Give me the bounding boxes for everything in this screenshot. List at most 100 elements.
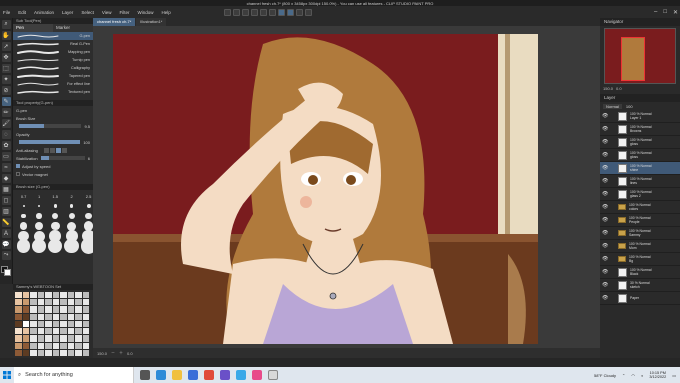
brush-size-option[interactable]: [64, 202, 79, 210]
eye-icon[interactable]: 👁: [602, 256, 608, 262]
color-swatch-cell[interactable]: [37, 335, 44, 342]
color-swatch-cell[interactable]: [30, 292, 37, 299]
color-swatch-cell[interactable]: [37, 292, 44, 299]
color-swatch-cell[interactable]: [82, 349, 89, 356]
color-swatch-cell[interactable]: [67, 299, 74, 306]
minimize-icon[interactable]: –: [654, 9, 657, 15]
layer-row[interactable]: 👁 100 % Normal Black: [600, 266, 680, 279]
brush-tool-icon[interactable]: 🖌: [1, 119, 11, 128]
opacity-row[interactable]: Opacity: [13, 130, 93, 138]
layer-row[interactable]: 👁 100 % Normal Sammy: [600, 227, 680, 240]
brush-size-option[interactable]: [17, 222, 30, 230]
brush-size-option[interactable]: [17, 212, 30, 220]
eye-icon[interactable]: 👁: [602, 191, 608, 197]
color-swatch-cell[interactable]: [52, 306, 59, 313]
chrome-icon[interactable]: [204, 370, 214, 380]
color-swatch-cell[interactable]: [45, 349, 52, 356]
edge-icon[interactable]: [156, 370, 166, 380]
windows-start-icon[interactable]: [0, 367, 14, 383]
pen-tool-icon[interactable]: ✎: [1, 97, 11, 106]
zoom-out-icon[interactable]: －: [111, 350, 115, 356]
color-swatch-cell[interactable]: [60, 335, 67, 342]
color-swatch-cell[interactable]: [45, 306, 52, 313]
color-swatch-cell[interactable]: [75, 335, 82, 342]
weather-text[interactable]: 58°F Cloudy: [594, 373, 616, 378]
menu-filter[interactable]: Filter: [120, 10, 130, 15]
snap-icon[interactable]: [286, 8, 294, 16]
color-swatch-cell[interactable]: [75, 328, 82, 335]
blend-mode-select[interactable]: Normal: [603, 103, 622, 109]
eyedropper-icon[interactable]: ⊘: [1, 86, 11, 95]
canvas-tab-1[interactable]: channel fresh ch.7*: [93, 18, 136, 26]
color-swatch-cell[interactable]: [67, 328, 74, 335]
navigator-angle[interactable]: 0.0: [616, 86, 622, 91]
color-swatch-cell[interactable]: [82, 335, 89, 342]
brush-item[interactable]: Real G-Pen: [13, 40, 93, 48]
color-swatch-cell[interactable]: [37, 299, 44, 306]
pencil-tool-icon[interactable]: ✏: [1, 108, 11, 117]
eye-icon[interactable]: 👁: [602, 139, 608, 145]
color-swatch-cell[interactable]: [52, 320, 59, 328]
brush-size-option[interactable]: [64, 212, 79, 220]
new-file-icon[interactable]: [223, 8, 231, 16]
color-swatch-cell[interactable]: [15, 342, 22, 349]
close-icon[interactable]: ✕: [673, 9, 678, 16]
color-swatch-cell[interactable]: [45, 328, 52, 335]
clear-icon[interactable]: [268, 8, 276, 16]
color-swatch-cell[interactable]: [75, 349, 82, 356]
eye-icon[interactable]: 👁: [602, 230, 608, 236]
menu-view[interactable]: View: [102, 10, 112, 15]
airbrush-tool-icon[interactable]: ◌: [1, 130, 11, 139]
tab-marker[interactable]: Marker: [53, 24, 93, 32]
layer-row[interactable]: 👁 100 % Normal gloss: [600, 149, 680, 162]
layer-row[interactable]: 👁 100 % Normal Layer 1: [600, 110, 680, 123]
brush-item[interactable]: Mapping pen: [13, 48, 93, 56]
color-swatch-cell[interactable]: [37, 328, 44, 335]
zoom-in-icon[interactable]: ＋: [119, 350, 123, 356]
color-swatch-cell[interactable]: [30, 335, 37, 342]
layer-row[interactable]: 👁 100 % Normal People: [600, 214, 680, 227]
color-swatch-cell[interactable]: [22, 306, 29, 313]
color-swatch-cell[interactable]: [22, 299, 29, 306]
clip-studio-icon[interactable]: [268, 370, 278, 380]
brush-size-option[interactable]: [32, 221, 46, 231]
fill-tool-icon[interactable]: ◆: [1, 174, 11, 183]
color-swatch-cell[interactable]: [75, 313, 82, 320]
color-swatch-cell[interactable]: [52, 292, 59, 299]
menu-layer[interactable]: Layer: [62, 10, 73, 15]
color-swatch-cell[interactable]: [60, 320, 67, 328]
layer-row[interactable]: 👁 100 % Normal Browns: [600, 123, 680, 136]
transform-icon[interactable]: [277, 8, 285, 16]
color-swatch-cell[interactable]: [45, 320, 52, 328]
menu-edit[interactable]: Edit: [18, 10, 26, 15]
color-swatch-cell[interactable]: [52, 342, 59, 349]
layer-row[interactable]: 👁 100 % Normal glass 2: [600, 188, 680, 201]
selection-tool-icon[interactable]: ⬚: [1, 64, 11, 73]
antialias-row[interactable]: Anti-aliasing: [13, 146, 93, 154]
layer-row[interactable]: 👁 100 % Normal shine: [600, 162, 680, 175]
color-swatch-cell[interactable]: [67, 342, 74, 349]
brush-item[interactable]: For effect line: [13, 80, 93, 88]
discord-icon[interactable]: [220, 370, 230, 380]
color-swatch-cell[interactable]: [60, 306, 67, 313]
line-correction-icon[interactable]: ⤳: [1, 251, 11, 260]
color-swatch-cell[interactable]: [22, 320, 29, 328]
clock[interactable]: 10:15 PM 3/12/2022: [649, 371, 666, 380]
gradient-tool-icon[interactable]: ▦: [1, 185, 11, 194]
undo-icon[interactable]: [250, 8, 258, 16]
color-swatch-cell[interactable]: [22, 328, 29, 335]
text-tool-icon[interactable]: A: [1, 229, 11, 238]
eye-icon[interactable]: 👁: [602, 243, 608, 249]
color-swatch-cell[interactable]: [82, 292, 89, 299]
color-swatch-cell[interactable]: [67, 313, 74, 320]
move-tool-icon[interactable]: ✥: [1, 53, 11, 62]
brush-size-option[interactable]: [48, 221, 62, 231]
color-swatch-cell[interactable]: [60, 313, 67, 320]
eye-icon[interactable]: 👁: [602, 282, 608, 288]
canvas-tab-2[interactable]: Illustration1*: [136, 18, 167, 26]
eye-icon[interactable]: 👁: [602, 178, 608, 184]
color-swatch-cell[interactable]: [30, 342, 37, 349]
color-swatch-cell[interactable]: [15, 335, 22, 342]
stabilization-row[interactable]: Stabilization 6: [13, 154, 93, 162]
color-swatch-cell[interactable]: [67, 335, 74, 342]
